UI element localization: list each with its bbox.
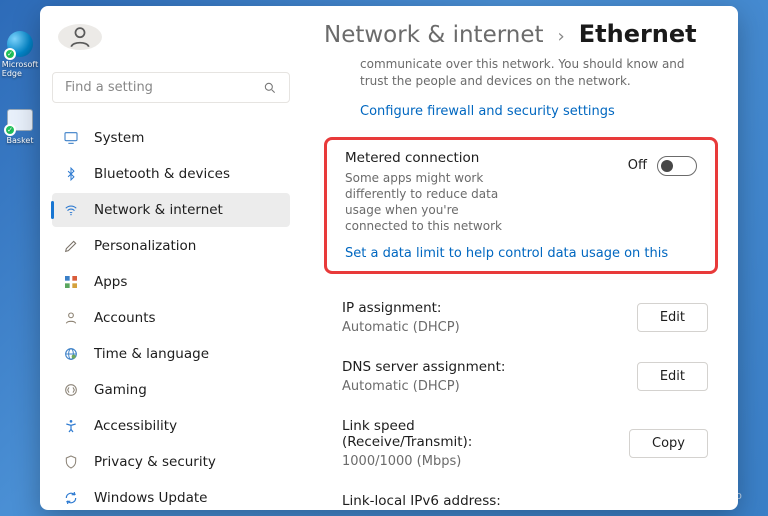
sidebar-item-label: Bluetooth & devices <box>94 166 230 182</box>
sidebar-item-personalization[interactable]: Personalization <box>52 229 290 263</box>
sidebar-item-label: Accounts <box>94 310 156 326</box>
metered-connection-card: Metered connection Some apps might work … <box>324 137 718 275</box>
account-icon <box>62 309 80 327</box>
sidebar-item-time[interactable]: Time & language <box>52 337 290 371</box>
shield-icon <box>62 453 80 471</box>
sidebar-item-accessibility[interactable]: Accessibility <box>52 409 290 443</box>
sidebar-item-label: Personalization <box>94 238 196 254</box>
firewall-link[interactable]: Configure firewall and security settings <box>324 96 718 129</box>
sidebar-item-accounts[interactable]: Accounts <box>52 301 290 335</box>
page-title: Ethernet <box>579 20 697 48</box>
sidebar-item-update[interactable]: Windows Update <box>52 481 290 510</box>
user-avatar[interactable] <box>58 24 102 50</box>
edge-icon: ✓ <box>6 30 34 58</box>
bluetooth-icon <box>62 165 80 183</box>
dns-assignment-title: DNS server assignment: <box>342 359 505 375</box>
system-icon <box>62 129 80 147</box>
search-input[interactable] <box>65 80 245 95</box>
content-scroll: communicate over this network. You shoul… <box>324 56 738 510</box>
dns-edit-button[interactable]: Edit <box>637 362 708 391</box>
desktop-icon-label: Basket <box>7 136 34 145</box>
sidebar-item-network[interactable]: Network & internet <box>52 193 290 227</box>
sidebar-item-label: Gaming <box>94 382 147 398</box>
sidebar-item-privacy[interactable]: Privacy & security <box>52 445 290 479</box>
sidebar-item-label: Windows Update <box>94 490 207 506</box>
link-speed-copy-button[interactable]: Copy <box>629 429 708 458</box>
ipv6-title: Link-local IPv6 address: <box>342 493 501 509</box>
desktop-icon-basket[interactable]: ✓ Basket <box>4 106 36 145</box>
network-properties: IP assignment: Automatic (DHCP) Edit DNS… <box>324 274 718 509</box>
metered-description: Some apps might work differently to redu… <box>345 170 505 235</box>
dns-assignment-value: Automatic (DHCP) <box>342 379 505 394</box>
sidebar-item-gaming[interactable]: Gaming <box>52 373 290 407</box>
sidebar-item-bluetooth[interactable]: Bluetooth & devices <box>52 157 290 191</box>
desktop-icon-edge[interactable]: ✓ Microsoft Edge <box>4 30 36 78</box>
check-badge-icon: ✓ <box>4 124 16 136</box>
sidebar-nav: System Bluetooth & devices Network & int… <box>52 121 290 510</box>
ip-assignment-title: IP assignment: <box>342 300 460 316</box>
brush-icon <box>62 237 80 255</box>
breadcrumb-parent[interactable]: Network & internet <box>324 22 544 48</box>
accessibility-icon <box>62 417 80 435</box>
link-speed-row: Link speed (Receive/Transmit): 1000/1000… <box>342 408 708 483</box>
sidebar: System Bluetooth & devices Network & int… <box>40 6 302 510</box>
sidebar-item-label: Privacy & security <box>94 454 216 470</box>
ip-assignment-value: Automatic (DHCP) <box>342 320 460 335</box>
link-speed-title: Link speed (Receive/Transmit): <box>342 418 542 450</box>
update-icon <box>62 489 80 507</box>
sidebar-item-label: Time & language <box>94 346 209 362</box>
sidebar-item-label: Accessibility <box>94 418 177 434</box>
breadcrumb: Network & internet › Ethernet <box>324 20 738 48</box>
search-icon <box>263 81 277 95</box>
link-speed-value: 1000/1000 (Mbps) <box>342 454 542 469</box>
ip-edit-button[interactable]: Edit <box>637 303 708 332</box>
metered-toggle[interactable] <box>657 156 697 176</box>
desktop-icon-label: Microsoft Edge <box>2 60 38 78</box>
person-icon <box>67 24 93 50</box>
sidebar-item-system[interactable]: System <box>52 121 290 155</box>
check-badge-icon: ✓ <box>4 48 16 60</box>
data-limit-link[interactable]: Set a data limit to help control data us… <box>345 246 697 261</box>
sidebar-item-label: Network & internet <box>94 202 223 218</box>
settings-window: System Bluetooth & devices Network & int… <box>40 6 738 510</box>
chevron-right-icon: › <box>558 26 565 47</box>
wifi-icon <box>62 201 80 219</box>
globe-icon <box>62 345 80 363</box>
desktop-icons: ✓ Microsoft Edge ✓ Basket <box>4 30 36 145</box>
sidebar-item-label: System <box>94 130 144 146</box>
content-pane: Network & internet › Ethernet communicat… <box>302 6 738 510</box>
metered-title: Metered connection <box>345 150 505 166</box>
ipv6-row: Link-local IPv6 address: <box>342 483 708 509</box>
dns-assignment-row: DNS server assignment: Automatic (DHCP) … <box>342 349 708 408</box>
gaming-icon <box>62 381 80 399</box>
sidebar-item-apps[interactable]: Apps <box>52 265 290 299</box>
basket-icon: ✓ <box>6 106 34 134</box>
apps-icon <box>62 273 80 291</box>
ip-assignment-row: IP assignment: Automatic (DHCP) Edit <box>342 290 708 349</box>
metered-toggle-state: Off <box>628 158 647 173</box>
network-trust-text: communicate over this network. You shoul… <box>324 56 718 96</box>
sidebar-item-label: Apps <box>94 274 127 290</box>
search-box[interactable] <box>52 72 290 103</box>
